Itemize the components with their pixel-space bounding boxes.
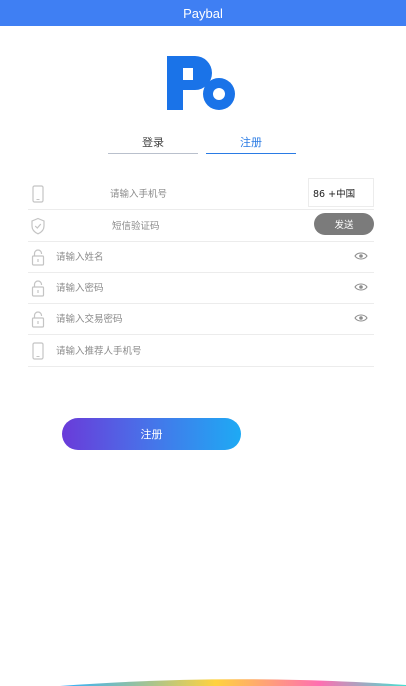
country-code-select[interactable]: 86 +中国 (308, 178, 374, 207)
decorative-wave (60, 679, 406, 686)
tab-login[interactable]: 登录 (108, 130, 198, 154)
phone-icon (32, 185, 44, 203)
sms-code-row: 发送 (28, 210, 374, 242)
phone-row: 86 +中国 (28, 178, 374, 210)
send-code-label: 发送 (334, 220, 354, 231)
tab-register[interactable]: 注册 (206, 130, 296, 154)
app-title: Paybal (183, 5, 223, 21)
lock-icon (31, 249, 45, 266)
name-row (28, 241, 374, 273)
referrer-phone-input[interactable] (56, 341, 356, 361)
eye-icon[interactable] (354, 251, 368, 261)
trade-password-row (28, 303, 374, 335)
trade-password-input[interactable] (56, 309, 336, 329)
app-header: Paybal (0, 0, 406, 26)
app-logo (167, 56, 235, 110)
tab-login-label: 登录 (142, 135, 164, 149)
name-input[interactable] (56, 247, 336, 267)
lock-icon (31, 311, 45, 328)
eye-icon[interactable] (354, 282, 368, 292)
country-code-label: 86 +中国 (313, 188, 356, 200)
tab-register-label: 注册 (240, 135, 262, 149)
password-row (28, 272, 374, 304)
password-input[interactable] (56, 278, 336, 298)
send-code-button[interactable]: 发送 (314, 213, 374, 235)
shield-icon (31, 217, 45, 235)
referrer-row (28, 335, 374, 367)
register-submit-button[interactable]: 注册 (62, 418, 241, 450)
phone-icon (32, 342, 44, 360)
phone-input[interactable] (110, 184, 300, 204)
register-submit-label: 注册 (140, 428, 163, 441)
sms-code-input[interactable] (112, 216, 292, 236)
lock-icon (31, 280, 45, 297)
auth-tabs: 登录 注册 (0, 130, 406, 154)
eye-icon[interactable] (354, 313, 368, 323)
